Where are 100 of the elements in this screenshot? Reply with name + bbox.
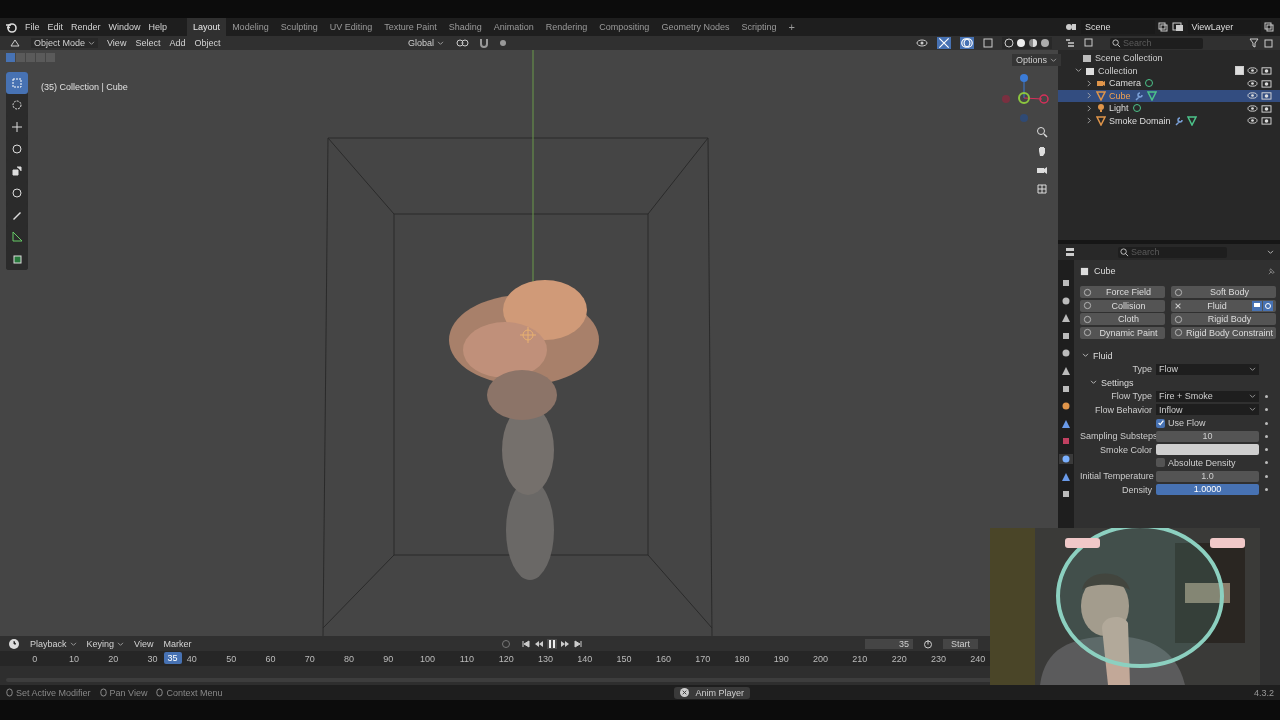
- panel-title[interactable]: Fluid: [1093, 350, 1113, 361]
- workspace-tab[interactable]: Texture Paint: [378, 18, 443, 36]
- timeline-menu-item[interactable]: View: [134, 638, 154, 649]
- layers-icon[interactable]: [1170, 22, 1185, 32]
- proportional-icon[interactable]: [498, 38, 508, 48]
- workspace-tab[interactable]: Modeling: [226, 18, 275, 36]
- monitor-toggle-icon[interactable]: [1252, 300, 1262, 311]
- xray-icon[interactable]: [983, 38, 993, 48]
- timeline-menu-item[interactable]: Marker: [163, 638, 192, 649]
- physics-button[interactable]: Fluid: [1170, 299, 1276, 312]
- record-icon[interactable]: [501, 638, 512, 649]
- keyframe-dot-icon[interactable]: [1265, 488, 1268, 491]
- subpanel-title[interactable]: Settings: [1101, 377, 1134, 388]
- editor-type-icon[interactable]: [8, 38, 22, 48]
- solid-shading-icon[interactable]: [1016, 38, 1026, 48]
- eye-icon[interactable]: [1247, 116, 1258, 126]
- workspace-tab[interactable]: Layout: [187, 18, 227, 36]
- outliner-item[interactable]: Scene Collection: [1095, 53, 1163, 64]
- stopwatch-icon[interactable]: [923, 638, 933, 649]
- viewport-menu-item[interactable]: View: [107, 38, 127, 48]
- checkbox[interactable]: [1156, 458, 1165, 468]
- blender-logo-icon[interactable]: [5, 21, 17, 33]
- outliner-row[interactable]: Cube: [1058, 89, 1280, 102]
- dropdown[interactable]: Fire + Smoke: [1156, 390, 1259, 402]
- keyframe-dot-icon[interactable]: [1265, 421, 1268, 425]
- menu-item[interactable]: Window: [108, 22, 141, 32]
- workspace-tab[interactable]: Rendering: [539, 18, 594, 36]
- physics-button[interactable]: Dynamic Paint: [1080, 326, 1165, 339]
- scene-field[interactable]: Scene: [1081, 20, 1155, 34]
- keyframe-dot-icon[interactable]: [1265, 474, 1268, 478]
- view-layer-field[interactable]: ViewLayer: [1187, 20, 1261, 34]
- menu-item[interactable]: Edit: [47, 22, 64, 32]
- physics-button[interactable]: Rigid Body: [1170, 313, 1276, 325]
- workspace-tab[interactable]: UV Editing: [323, 18, 379, 36]
- keyframe-dot-icon[interactable]: [1265, 408, 1268, 412]
- physics-button[interactable]: Collision: [1080, 299, 1165, 312]
- eye-icon[interactable]: [1247, 91, 1258, 101]
- number-field[interactable]: 1.0: [1156, 470, 1259, 482]
- camera-icon[interactable]: [1261, 66, 1272, 76]
- mode-dropdown[interactable]: Object Mode: [31, 38, 99, 48]
- type-dropdown[interactable]: Flow: [1156, 363, 1259, 375]
- next-keyframe-icon[interactable]: [560, 638, 571, 649]
- previous-keyframe-icon[interactable]: [534, 638, 545, 649]
- timeline-menu-item[interactable]: Playback: [30, 638, 77, 649]
- checkbox[interactable]: [1156, 418, 1165, 428]
- timeline-menu-item[interactable]: Keying: [86, 638, 125, 649]
- pause-icon[interactable]: [547, 638, 558, 649]
- number-field[interactable]: 10: [1156, 430, 1259, 442]
- viewport-menu-item[interactable]: Add: [169, 38, 186, 48]
- menu-item[interactable]: Help: [148, 22, 168, 32]
- exclude-checkbox[interactable]: [1235, 66, 1244, 76]
- physics-button[interactable]: Cloth: [1080, 313, 1165, 325]
- jump-end-icon[interactable]: [573, 638, 584, 649]
- wireframe-shading-icon[interactable]: [1004, 38, 1014, 48]
- camera-icon[interactable]: [1261, 116, 1272, 126]
- physics-button[interactable]: Soft Body: [1170, 286, 1276, 298]
- outliner-row[interactable]: Light: [1058, 102, 1280, 115]
- options-dropdown[interactable]: Options: [1012, 54, 1062, 66]
- keyframe-dot-icon[interactable]: [1265, 394, 1268, 398]
- copy-icon[interactable]: [1264, 22, 1274, 32]
- magnet-icon[interactable]: [479, 38, 489, 48]
- eye-icon[interactable]: [1247, 78, 1258, 88]
- workspace-tab[interactable]: Sculpting: [274, 18, 324, 36]
- current-frame-field[interactable]: 35: [865, 638, 913, 649]
- caret-icon[interactable]: [1267, 249, 1274, 255]
- new-collection-icon[interactable]: [1264, 38, 1274, 48]
- eye-icon[interactable]: [1247, 66, 1258, 76]
- overlay-toggle-icon[interactable]: [960, 37, 974, 49]
- keyframe-dot-icon[interactable]: [1265, 434, 1268, 438]
- camera-icon[interactable]: [1261, 78, 1272, 88]
- physics-button[interactable]: Rigid Body Constraint: [1170, 326, 1276, 339]
- render-toggle-icon[interactable]: [1263, 300, 1273, 311]
- menu-item[interactable]: File: [25, 22, 40, 32]
- workspace-tab[interactable]: Scripting: [735, 18, 783, 36]
- visibility-icon[interactable]: [916, 38, 928, 48]
- workspace-tab[interactable]: Shading: [442, 18, 488, 36]
- menu-item[interactable]: Render: [71, 22, 101, 32]
- gizmo-toggle-icon[interactable]: [937, 37, 951, 49]
- color-swatch[interactable]: [1156, 444, 1259, 456]
- zoom-icon[interactable]: [1036, 126, 1048, 138]
- filter-icon[interactable]: [1249, 38, 1259, 48]
- grid-icon[interactable]: [1036, 183, 1048, 195]
- keyframe-dot-icon[interactable]: [1265, 448, 1268, 452]
- anim-player-notice[interactable]: Anim Player: [674, 686, 750, 699]
- eye-icon[interactable]: [1247, 103, 1258, 113]
- jump-start-icon[interactable]: [521, 638, 532, 649]
- dropdown[interactable]: Inflow: [1156, 404, 1259, 416]
- copy-icon[interactable]: [1157, 22, 1168, 32]
- physics-button[interactable]: Force Field: [1080, 286, 1165, 298]
- orientation-dropdown[interactable]: Global: [405, 38, 447, 48]
- clock-icon[interactable]: [8, 637, 20, 650]
- workspace-tab[interactable]: Geometry Nodes: [655, 18, 736, 36]
- outliner-row[interactable]: Smoke Domain: [1058, 114, 1280, 127]
- outliner-row[interactable]: Camera: [1058, 77, 1280, 90]
- outliner-item[interactable]: Collection: [1098, 65, 1138, 76]
- viewport-menu-item[interactable]: Object: [194, 38, 221, 48]
- viewport-menu-item[interactable]: Select: [135, 38, 161, 48]
- camera-icon[interactable]: [1036, 164, 1048, 176]
- material-shading-icon[interactable]: [1028, 38, 1038, 48]
- close-icon[interactable]: [680, 688, 690, 697]
